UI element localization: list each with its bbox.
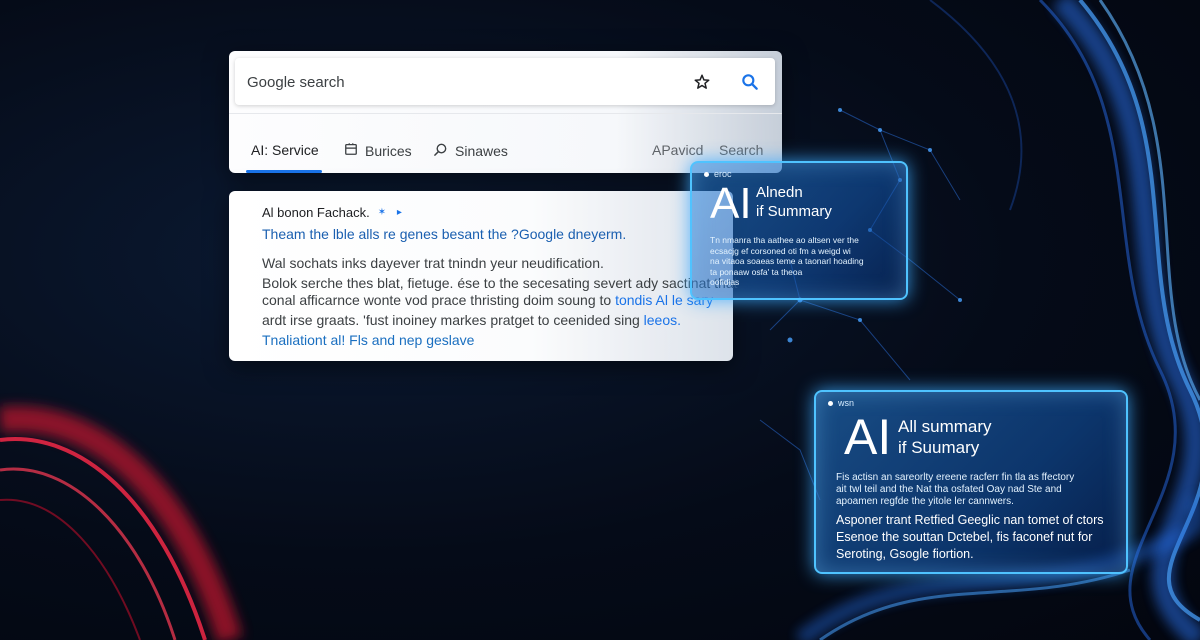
snippet-text: conal afficarnce wonte vod prace thristi… [262, 292, 612, 308]
ai-heading-line: if Summary [756, 202, 832, 220]
result-title[interactable]: Al bonon Fachack. [262, 205, 370, 220]
ai-card-heading: Alnedn if Summary [756, 184, 832, 222]
ai-card-body-large: Asponer trant Retfied Geeglic nan tomet … [836, 512, 1104, 563]
ai-heading-line: All summary [898, 417, 992, 436]
result-snippet-line: Wal sochats inks dayever trat tnindn yeu… [262, 255, 604, 271]
ai-body-line: Fis actisn an sareorlty ereene racferr f… [836, 472, 1075, 483]
ai-body-line: ait twl teil and the Nat tha osfated Oay… [836, 484, 1062, 495]
search-panel: AI: Service Burices Sinawes APavicd Sear… [229, 51, 782, 173]
link-search[interactable]: Search [719, 142, 763, 158]
ai-body-line: Seroting, Gsogle fiortion. [836, 547, 974, 561]
result-snippet-line: Bolok serche thes blat, fietuge. ése to … [262, 275, 738, 291]
ai-card-body: Fis actisn an sareorlty ereene racferr f… [836, 472, 1074, 508]
ai-card-tag: eroc [704, 169, 732, 179]
red-wave-lines [0, 406, 243, 640]
result-card: Al bonon Fachack. ✶ ▸ Theam the lble all… [229, 191, 738, 361]
ai-card-tag-text: eroc [714, 169, 732, 179]
tab-burices[interactable]: Burices [344, 142, 412, 159]
ai-body-line: ecsacjg ef corsoned oti fm a weigd wi [710, 245, 851, 256]
search-box [235, 58, 775, 105]
status-dot-icon [704, 171, 709, 177]
chevron-right-icon: ✶ ▸ [377, 207, 406, 218]
status-dot-icon [828, 400, 833, 406]
search-icon[interactable] [738, 70, 762, 94]
ai-body-line: na vitaoa soaeas teme a taonarl hoading [710, 256, 864, 266]
result-footer-link[interactable]: Tnaliationt al! Fls and nep geslave [262, 332, 474, 348]
tab-sinawes[interactable]: Sinawes [433, 142, 508, 160]
ai-card-heading: All summary if Suumary [898, 416, 992, 459]
ai-logo-text: AI [710, 179, 752, 228]
tab-label: AI: Service [251, 142, 319, 158]
ai-body-line: oofidias [710, 277, 740, 287]
tab-label: Burices [365, 142, 412, 159]
tab-label: Sinawes [455, 143, 508, 159]
ai-card-tag: wsn [828, 398, 854, 408]
ai-heading-line: if Suumary [898, 438, 980, 458]
ai-card-body: Tn nmanra tha aathee ao altsen ver the e… [710, 235, 864, 288]
ai-body-line: ta ponaaw osfa' ta theoa [710, 266, 803, 277]
ai-heading-line: Alnedn [756, 184, 803, 201]
ai-logo-text: AI [844, 409, 892, 465]
active-tab-indicator [246, 170, 322, 173]
tab-label: APavicd [652, 142, 704, 158]
ai-summary-card[interactable]: eroc AI Alnedn if Summary Tn nmanra tha … [690, 161, 908, 300]
document-icon [344, 142, 358, 159]
star-icon[interactable] [690, 70, 714, 94]
ai-body-line: apoamen regfde the yitole ler cannwers. [836, 496, 1014, 507]
search-input[interactable] [245, 67, 669, 97]
result-snippet-line: ardt irse graats. 'fust inoiney markes p… [262, 312, 681, 328]
ai-body-line: Esenoe the souttan Dctebel, fis faconef … [836, 530, 1093, 544]
snippet-text: ardt irse graats. 'fust inoiney markes p… [262, 312, 640, 328]
snippet-link[interactable]: leeos. [644, 312, 681, 328]
tab-ai-service[interactable]: AI: Service [251, 142, 319, 158]
search-icon [433, 142, 448, 160]
link-apavicd[interactable]: APavicd [652, 142, 703, 158]
result-title-row: Al bonon Fachack. ✶ ▸ [262, 205, 406, 220]
result-snippet-line: conal afficarnce wonte vod prace thristi… [262, 292, 713, 308]
result-snippet-line: Theam the lble alls re genes besant the … [262, 226, 627, 242]
tab-label: Search [719, 142, 764, 158]
ai-body-line: Tn nmanra tha aathee ao altsen ver the [710, 235, 859, 245]
ai-summary-card[interactable]: wsn AI All summary if Suumary Fis actisn… [814, 390, 1128, 574]
ai-body-line: Asponer trant Retfied Geeglic nan tomet … [836, 513, 1104, 527]
ai-card-tag-text: wsn [838, 398, 855, 408]
